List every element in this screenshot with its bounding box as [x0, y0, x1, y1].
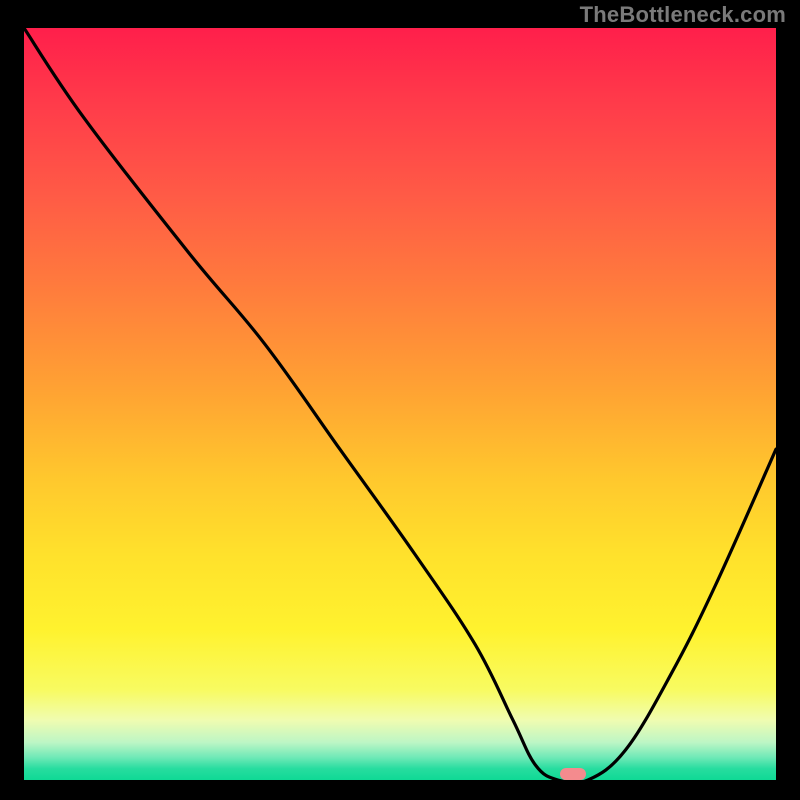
chart-frame: TheBottleneck.com [0, 0, 800, 800]
watermark-text: TheBottleneck.com [580, 2, 786, 28]
plot-area [24, 28, 776, 780]
bottleneck-curve [24, 28, 776, 780]
optimum-marker [560, 768, 586, 780]
